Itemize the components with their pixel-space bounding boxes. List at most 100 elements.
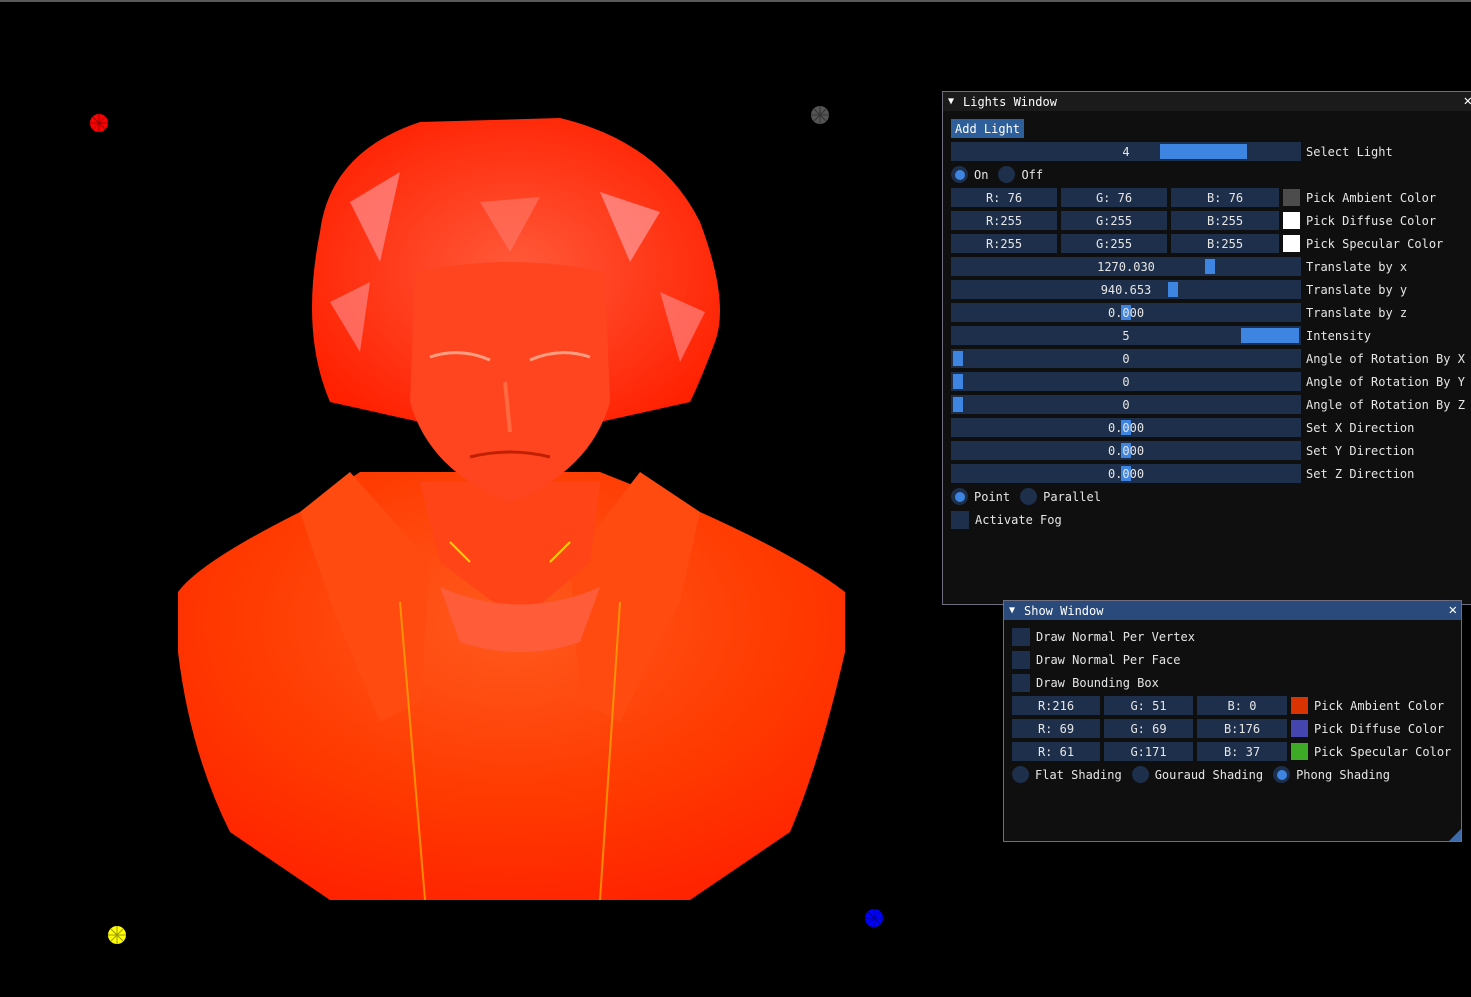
rotation-y-slider[interactable]: 0 — [951, 372, 1301, 391]
light-specular-swatch[interactable] — [1283, 235, 1300, 252]
slider-grab[interactable] — [1205, 259, 1215, 274]
gouraud-shading-label: Gouraud Shading — [1154, 767, 1264, 782]
light-specular-r[interactable]: R:255 — [951, 234, 1057, 253]
slider-grab[interactable] — [1241, 328, 1299, 343]
light-ambient-label: Pick Ambient Color — [1306, 190, 1437, 205]
parallel-label: Parallel — [1043, 489, 1101, 504]
resize-grip-icon[interactable] — [1449, 829, 1461, 841]
light-specular-b[interactable]: B:255 — [1171, 234, 1279, 253]
model-specular-g[interactable]: G:171 — [1104, 742, 1193, 761]
model-ambient-swatch[interactable] — [1291, 697, 1308, 714]
show-window[interactable]: ▼ Show Window ✕ Draw Normal Per Vertex D… — [1003, 600, 1462, 842]
light-ambient-swatch[interactable] — [1283, 189, 1300, 206]
light-diffuse-g[interactable]: G:255 — [1061, 211, 1167, 230]
translate-z-slider[interactable]: 0.000 — [951, 303, 1301, 322]
direction-z-label: Set Z Direction — [1306, 466, 1415, 481]
light-ambient-r[interactable]: R: 76 — [951, 188, 1057, 207]
flat-shading-radio[interactable] — [1012, 766, 1029, 783]
intensity-label: Intensity — [1306, 328, 1372, 343]
show-window-titlebar[interactable]: ▼ Show Window ✕ — [1004, 601, 1461, 620]
light-specular-g[interactable]: G:255 — [1061, 234, 1167, 253]
point-radio[interactable] — [951, 488, 968, 505]
model-diffuse-label: Pick Diffuse Color — [1314, 721, 1445, 736]
select-light-slider[interactable]: 4 — [951, 142, 1301, 161]
on-radio[interactable] — [951, 166, 968, 183]
direction-z-value: 0.000 — [1107, 466, 1145, 481]
slider-grab[interactable] — [953, 351, 963, 366]
rotation-x-label: Angle of Rotation By X — [1306, 351, 1465, 366]
direction-y-slider[interactable]: 0.000 — [951, 441, 1301, 460]
collapse-arrow-icon[interactable]: ▼ — [948, 96, 958, 107]
translate-x-label: Translate by x — [1306, 259, 1408, 274]
translate-x-value: 1270.030 — [1097, 259, 1155, 274]
intensity-slider[interactable]: 5 — [951, 326, 1301, 345]
off-radio[interactable] — [998, 166, 1016, 183]
model-diffuse-r[interactable]: R: 69 — [1012, 719, 1100, 738]
light-specular-label: Pick Specular Color — [1306, 236, 1444, 251]
lights-window-title: Lights Window — [963, 94, 1057, 109]
rotation-y-label: Angle of Rotation By Y — [1306, 374, 1465, 389]
lights-window-titlebar[interactable]: ▼ Lights Window ✕ — [943, 92, 1471, 111]
translate-z-value: 0.000 — [1107, 305, 1145, 320]
model-specular-r[interactable]: R: 61 — [1012, 742, 1100, 761]
rotation-x-slider[interactable]: 0 — [951, 349, 1301, 368]
translate-x-slider[interactable]: 1270.030 — [951, 257, 1301, 276]
collapse-arrow-icon[interactable]: ▼ — [1009, 605, 1019, 616]
model-specular-b[interactable]: B: 37 — [1197, 742, 1287, 761]
gouraud-shading-radio[interactable] — [1131, 766, 1149, 783]
activate-fog-checkbox[interactable] — [951, 510, 969, 529]
point-label: Point — [974, 489, 1011, 504]
model-ambient-g[interactable]: G: 51 — [1104, 696, 1193, 715]
slider-grab[interactable] — [953, 397, 963, 412]
blue-light-marker[interactable] — [863, 907, 885, 929]
translate-y-label: Translate by y — [1306, 282, 1408, 297]
normal-per-vertex-checkbox[interactable] — [1012, 627, 1030, 646]
close-icon[interactable]: ✕ — [1464, 93, 1471, 109]
model-diffuse-b[interactable]: B:176 — [1197, 719, 1287, 738]
model-diffuse-swatch[interactable] — [1291, 720, 1308, 737]
add-light-button[interactable]: Add Light — [951, 119, 1025, 138]
rotation-x-value: 0 — [1122, 351, 1130, 366]
rotation-z-slider[interactable]: 0 — [951, 395, 1301, 414]
red-light-marker[interactable] — [88, 112, 110, 134]
off-label: Off — [1021, 167, 1044, 182]
slider-grab[interactable] — [1168, 282, 1179, 297]
normal-per-face-label: Draw Normal Per Face — [1036, 652, 1181, 667]
phong-shading-radio[interactable] — [1273, 766, 1291, 783]
light-ambient-g[interactable]: G: 76 — [1061, 188, 1167, 207]
direction-x-label: Set X Direction — [1306, 420, 1415, 435]
model-diffuse-g[interactable]: G: 69 — [1104, 719, 1193, 738]
direction-y-value: 0.000 — [1107, 443, 1145, 458]
direction-z-slider[interactable]: 0.000 — [951, 464, 1301, 483]
flat-shading-label: Flat Shading — [1035, 767, 1122, 782]
slider-grab[interactable] — [953, 374, 963, 389]
close-icon[interactable]: ✕ — [1449, 602, 1457, 618]
lights-window[interactable]: ▼ Lights Window ✕ Add Light 4 Select Lig… — [942, 91, 1471, 605]
model-ambient-r[interactable]: R:216 — [1012, 696, 1100, 715]
normal-per-vertex-label: Draw Normal Per Vertex — [1036, 629, 1195, 644]
rotation-z-label: Angle of Rotation By Z — [1306, 397, 1465, 412]
normal-per-face-checkbox[interactable] — [1012, 650, 1030, 669]
translate-y-slider[interactable]: 940.653 — [951, 280, 1301, 299]
parallel-radio[interactable] — [1020, 488, 1038, 505]
yellow-light-marker[interactable] — [106, 924, 128, 946]
model-specular-swatch[interactable] — [1291, 743, 1308, 760]
model-ambient-label: Pick Ambient Color — [1314, 698, 1445, 713]
direction-x-value: 0.000 — [1107, 420, 1145, 435]
light-diffuse-label: Pick Diffuse Color — [1306, 213, 1437, 228]
slider-grab[interactable] — [1160, 144, 1248, 159]
gray-light-marker[interactable] — [809, 104, 831, 126]
light-ambient-b[interactable]: B: 76 — [1171, 188, 1279, 207]
intensity-value: 5 — [1122, 328, 1130, 343]
phong-shading-label: Phong Shading — [1296, 767, 1390, 782]
translate-z-label: Translate by z — [1306, 305, 1408, 320]
bounding-box-checkbox[interactable] — [1012, 673, 1030, 692]
select-light-label: Select Light — [1306, 144, 1393, 159]
direction-x-slider[interactable]: 0.000 — [951, 418, 1301, 437]
light-diffuse-swatch[interactable] — [1283, 212, 1300, 229]
model-ambient-b[interactable]: B: 0 — [1197, 696, 1287, 715]
light-diffuse-b[interactable]: B:255 — [1171, 211, 1279, 230]
light-diffuse-r[interactable]: R:255 — [951, 211, 1057, 230]
select-light-value: 4 — [1122, 144, 1130, 159]
direction-y-label: Set Y Direction — [1306, 443, 1415, 458]
